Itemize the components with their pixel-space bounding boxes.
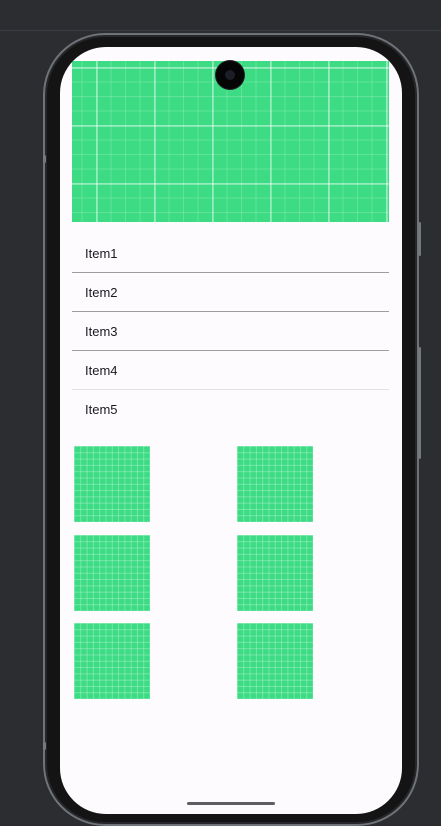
grid-image-tile[interactable] (237, 623, 313, 699)
item-list: Item1 Item2 Item3 Item4 Item5 (72, 234, 389, 429)
frame-edge-left-bottom (43, 742, 46, 750)
list-item-label: Item5 (85, 402, 118, 417)
list-item[interactable]: Item4 (72, 351, 389, 390)
gesture-home-bar[interactable] (187, 802, 275, 805)
list-item[interactable]: Item2 (72, 273, 389, 312)
volume-button[interactable] (418, 347, 421, 459)
list-item[interactable]: Item3 (72, 312, 389, 351)
grid-image-tile[interactable] (237, 446, 313, 522)
grid-image-tile[interactable] (74, 446, 150, 522)
frame-edge-left-top (43, 155, 46, 163)
grid-image-tile[interactable] (237, 535, 313, 611)
grid-image-tile[interactable] (74, 623, 150, 699)
list-item-label: Item4 (85, 363, 118, 378)
list-item-label: Item1 (85, 246, 118, 261)
app-screen: Item1 Item2 Item3 Item4 Item5 (60, 47, 402, 814)
window-divider (0, 30, 441, 31)
grid-image-tile[interactable] (74, 535, 150, 611)
list-item[interactable]: Item1 (72, 234, 389, 273)
list-item-label: Item3 (85, 324, 118, 339)
power-button[interactable] (418, 222, 421, 256)
list-item[interactable]: Item5 (72, 390, 389, 429)
front-camera (216, 61, 244, 89)
list-item-label: Item2 (85, 285, 118, 300)
